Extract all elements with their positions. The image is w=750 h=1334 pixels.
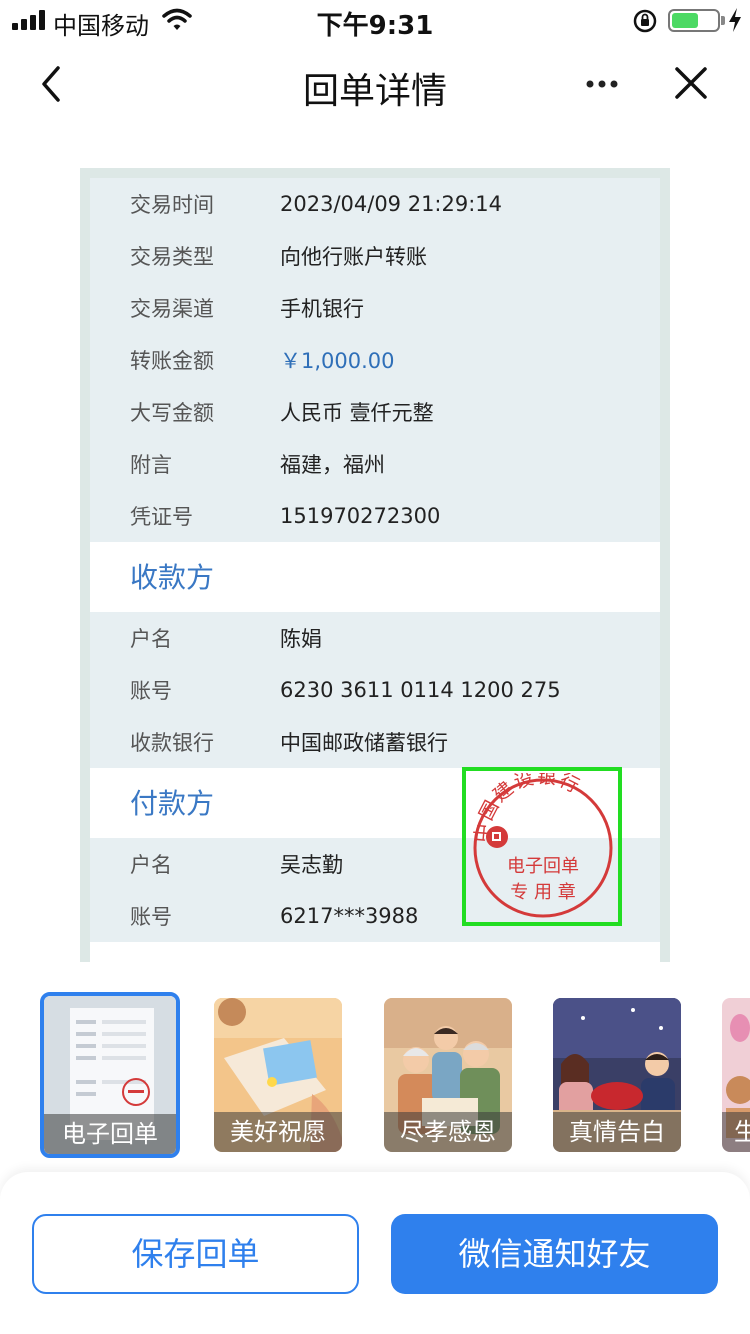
detail-value: 中国邮政储蓄银行	[280, 731, 448, 755]
detail-label: 账号	[130, 905, 172, 929]
payee-section-header: 收款方	[90, 542, 660, 612]
detail-value: 吴志勤	[280, 853, 343, 877]
detail-value: 向他行账户转账	[280, 245, 427, 269]
detail-label: 交易类型	[130, 245, 214, 269]
detail-row-voucher-no: 凭证号 151970272300	[90, 490, 660, 542]
template-card-wishes[interactable]: 美好祝愿	[214, 998, 342, 1152]
wechat-notify-button[interactable]: 微信通知好友	[391, 1214, 718, 1294]
payee-row-bank: 收款银行 中国邮政储蓄银行	[90, 716, 660, 768]
rotation-lock-icon	[633, 9, 657, 33]
payee-row-name: 户名 陈娟	[90, 612, 660, 664]
detail-label: 凭证号	[130, 505, 193, 529]
detail-value: 手机银行	[280, 297, 364, 321]
charging-bolt-icon	[729, 8, 741, 32]
more-icon[interactable]	[580, 66, 624, 102]
detail-label: 交易时间	[130, 193, 214, 217]
battery-level	[672, 13, 698, 28]
battery-icon	[668, 9, 720, 32]
section-title: 收款方	[130, 561, 215, 594]
status-bar: 中国移动 下午9:31	[0, 0, 750, 41]
section-title: 付款方	[130, 787, 215, 820]
detail-label: 交易渠道	[130, 297, 214, 321]
bottom-action-panel: 保存回单 微信通知好友	[0, 1172, 750, 1334]
template-label: 生	[722, 1112, 750, 1152]
detail-row-channel: 交易渠道 手机银行	[90, 282, 660, 334]
nav-bar: 回单详情	[0, 40, 750, 128]
save-receipt-button[interactable]: 保存回单	[32, 1214, 359, 1294]
detail-value: 人民币 壹仟元整	[280, 401, 434, 425]
template-card-birthday[interactable]: 生	[722, 998, 750, 1152]
template-card-confession[interactable]: 真情告白	[553, 998, 681, 1152]
detail-row-transaction-type: 交易类型 向他行账户转账	[90, 230, 660, 282]
battery-cap	[721, 16, 725, 25]
stamp-line-2: 专 用 章	[510, 882, 575, 903]
close-icon[interactable]	[670, 62, 712, 104]
detail-value: 6230 3611 0114 1200 275	[280, 678, 561, 702]
detail-row-remark: 附言 福建，福州	[90, 438, 660, 490]
detail-label: 转账金额	[130, 349, 214, 373]
template-card-filial[interactable]: 尽孝感恩	[384, 998, 512, 1152]
template-card-receipt[interactable]: 电子回单	[40, 992, 180, 1158]
detail-label: 户名	[130, 627, 172, 651]
page-title: 回单详情	[302, 71, 447, 112]
detail-label: 附言	[130, 453, 172, 477]
receipt-footer-strip	[90, 942, 660, 962]
template-label: 尽孝感恩	[384, 1112, 512, 1152]
detail-value: 2023/04/09 21:29:14	[280, 192, 503, 216]
detail-value: 福建，福州	[280, 453, 385, 477]
template-label: 美好祝愿	[214, 1112, 342, 1152]
detail-row-amount: 转账金额 ￥1,000.00	[90, 334, 660, 386]
transfer-amount: ￥1,000.00	[280, 349, 395, 373]
detail-value: 陈娟	[280, 627, 322, 651]
detail-label: 大写金额	[130, 401, 214, 425]
bank-logo-icon	[486, 826, 508, 848]
detail-label: 收款银行	[130, 731, 214, 755]
detail-row-amount-words: 大写金额 人民币 壹仟元整	[90, 386, 660, 438]
detail-label: 账号	[130, 679, 172, 703]
payee-row-account: 账号 6230 3611 0114 1200 275	[90, 664, 660, 716]
template-label: 电子回单	[44, 1114, 176, 1154]
detail-value: 6217***3988	[280, 904, 419, 928]
stamp-line-1: 电子回单	[507, 856, 579, 877]
template-carousel[interactable]: 电子回单 美好祝愿 尽孝感恩 真情告白 生	[0, 990, 750, 1160]
detail-label: 户名	[130, 853, 172, 877]
bank-seal-stamp: 中国建设银行 电子回单 专 用 章	[471, 773, 613, 918]
detail-value: 151970272300	[280, 504, 441, 528]
detail-row-transaction-time: 交易时间 2023/04/09 21:29:14	[90, 178, 660, 230]
template-label: 真情告白	[553, 1112, 681, 1152]
stamp-highlight-box: 中国建设银行 电子回单 专 用 章	[462, 767, 622, 926]
